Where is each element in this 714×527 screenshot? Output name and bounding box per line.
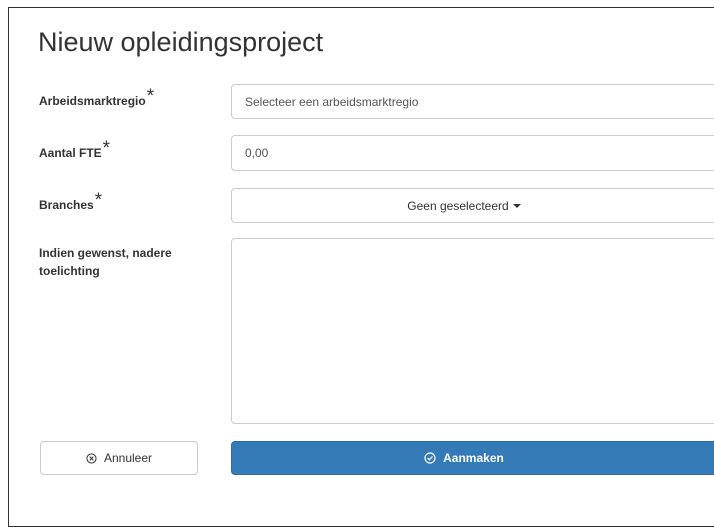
region-select[interactable]: Selecteer een arbeidsmarktregio [231, 84, 714, 119]
dialog-title: Nieuw opleidingsproject [38, 27, 324, 57]
fte-label-text: Aantal FTE [39, 146, 102, 160]
branches-dropdown[interactable]: Geen geselecteerd [231, 188, 714, 223]
branches-label: Branches* [39, 191, 102, 212]
region-select-placeholder: Selecteer een arbeidsmarktregio [245, 94, 419, 109]
new-training-project-dialog: Nieuw opleidingsproject Arbeidsmarktregi… [8, 7, 714, 527]
notes-textarea[interactable] [231, 238, 714, 424]
create-button[interactable]: Aanmaken [231, 441, 714, 475]
notes-label: Indien gewenst, nadere toelichting [39, 246, 172, 278]
circle-check-icon [424, 452, 436, 464]
region-label-text: Arbeidsmarktregio [39, 94, 146, 108]
fte-input-value: 0,00 [245, 146, 269, 160]
branches-required-marker: * [94, 190, 103, 211]
cancel-button-label: Annuleer [103, 451, 153, 465]
branches-selected-text: Geen geselecteerd [407, 198, 509, 213]
create-button-content: Aanmaken [232, 451, 696, 465]
fte-input[interactable]: 0,00 [231, 135, 714, 171]
create-button-label: Aanmaken [443, 451, 504, 465]
region-required-marker: * [146, 86, 155, 107]
branches-label-text: Branches [39, 198, 94, 212]
circle-x-icon [86, 452, 97, 464]
fte-required-marker: * [102, 138, 111, 159]
branches-dropdown-label: Geen geselecteerd [232, 199, 696, 213]
fte-label: Aantal FTE* [39, 139, 110, 160]
region-label: Arbeidsmarktregio* [39, 87, 154, 108]
caret-down-icon [512, 204, 521, 209]
cancel-button[interactable]: Annuleer [40, 441, 198, 475]
